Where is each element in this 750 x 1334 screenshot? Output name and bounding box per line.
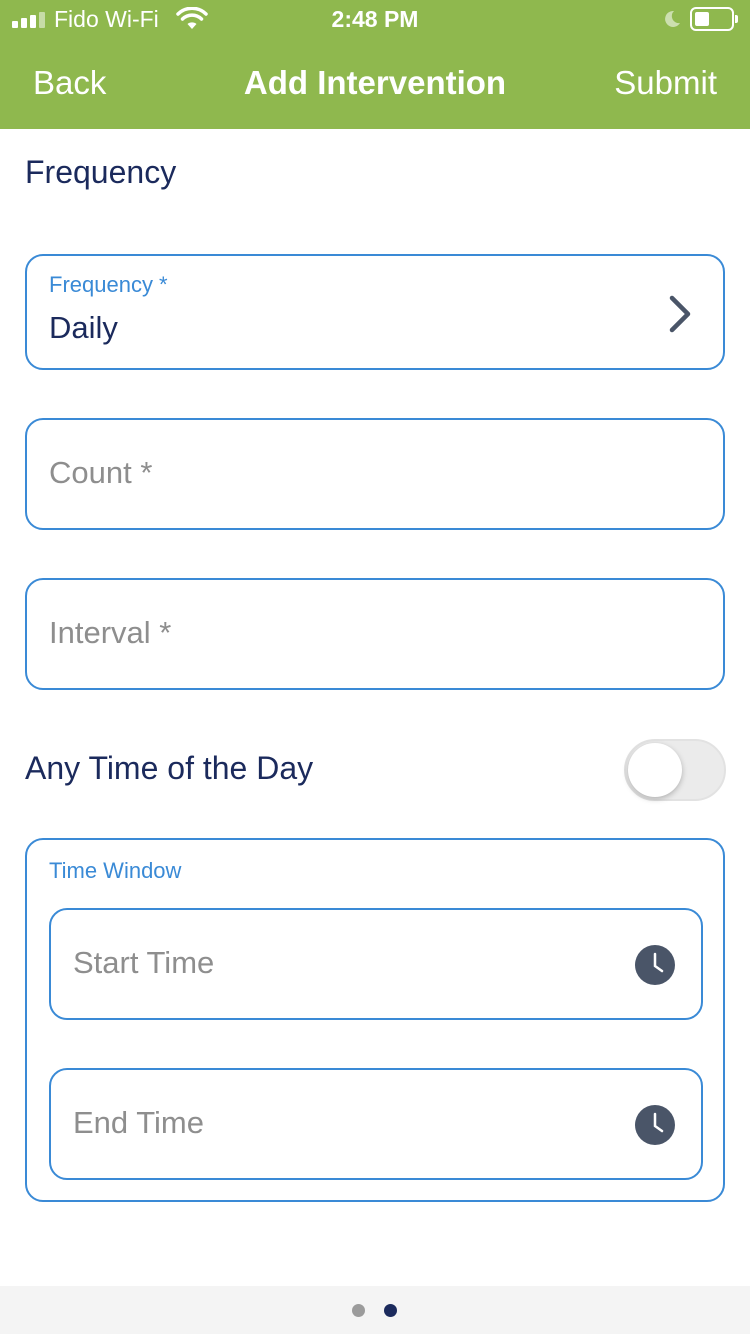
page-dot-2-active[interactable] — [384, 1304, 397, 1317]
chevron-right-icon — [667, 294, 693, 339]
back-button[interactable]: Back — [33, 64, 106, 102]
clock-icon — [635, 1105, 675, 1150]
clock-icon — [635, 945, 675, 990]
section-title: Frequency — [25, 154, 177, 190]
time-window-group: Time Window Start Time End Time — [25, 838, 725, 1202]
time-window-label: Time Window — [49, 858, 182, 883]
interval-placeholder: Interval * — [49, 615, 172, 650]
count-placeholder: Count * — [49, 455, 153, 490]
any-time-toggle[interactable] — [624, 739, 726, 801]
toggle-knob — [628, 743, 682, 797]
submit-button[interactable]: Submit — [614, 64, 717, 102]
frequency-select[interactable]: Frequency * Daily — [25, 254, 725, 370]
status-bar: Fido Wi-Fi 2:48 PM — [0, 0, 750, 40]
end-time-placeholder: End Time — [73, 1105, 204, 1140]
start-time-placeholder: Start Time — [73, 945, 215, 980]
frequency-label: Frequency * — [49, 272, 168, 297]
interval-field[interactable]: Interval * — [25, 578, 725, 690]
frequency-value: Daily — [49, 310, 118, 345]
status-time: 2:48 PM — [331, 6, 419, 32]
start-time-field[interactable]: Start Time — [49, 908, 703, 1020]
any-time-label: Any Time of the Day — [25, 750, 314, 786]
count-field[interactable]: Count * — [25, 418, 725, 530]
battery-icon — [690, 7, 738, 31]
page-dot-1[interactable] — [352, 1304, 365, 1317]
page-indicator — [0, 1286, 750, 1334]
moon-icon — [660, 8, 682, 35]
app-header: Fido Wi-Fi 2:48 PM Back Add Intervention… — [0, 0, 750, 129]
end-time-field[interactable]: End Time — [49, 1068, 703, 1180]
